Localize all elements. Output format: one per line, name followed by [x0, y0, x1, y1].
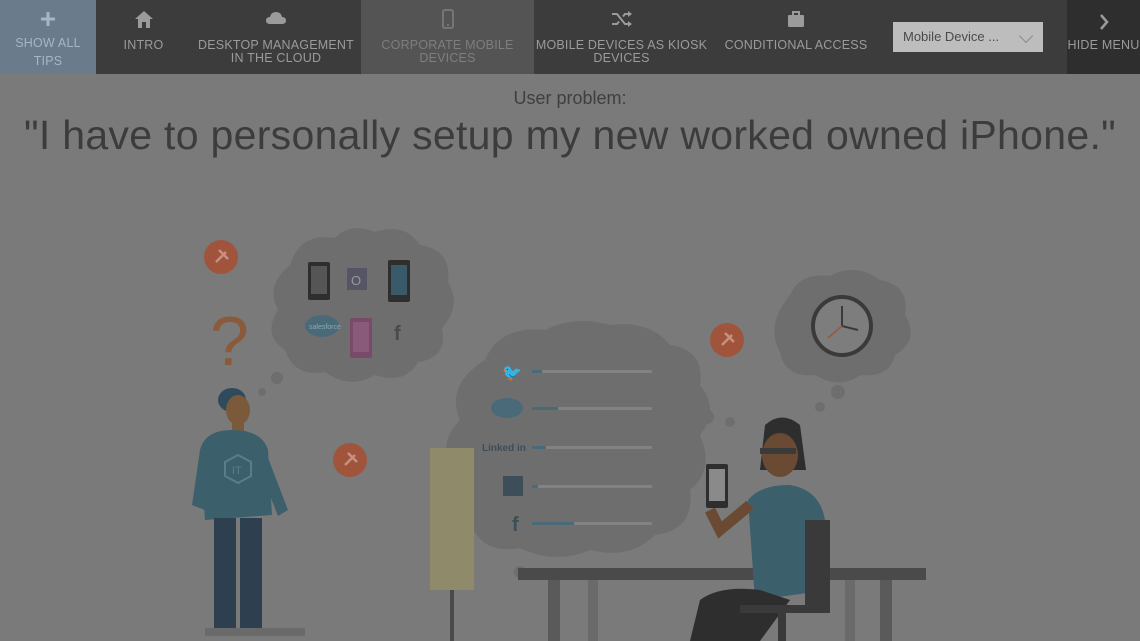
svg-text:salesforce: salesforce [309, 324, 341, 331]
facebook-icon: f [394, 323, 401, 345]
linkedin-icon: Linked in [482, 443, 526, 454]
nav-conditional-access[interactable]: CONDITIONAL ACCESS [709, 0, 883, 74]
outlook-icon [503, 476, 523, 496]
nav-desktop-management[interactable]: DESKTOP MANAGEMENT IN THE CLOUD [191, 0, 361, 74]
pin-icon[interactable] [710, 323, 744, 357]
salesforce-icon [491, 398, 523, 418]
chevron-right-icon [1099, 14, 1109, 30]
nav-intro[interactable]: INTRO [96, 0, 191, 74]
mobile-icon [441, 9, 454, 29]
facebook-icon: f [512, 514, 519, 536]
app-usage-cloud: 🐦 Linked in f [446, 321, 735, 578]
nav-intro-label: INTRO [123, 38, 164, 52]
plus-icon [41, 12, 55, 26]
clock-icon [811, 295, 873, 357]
nav-select-wrap: Mobile Device ... [883, 0, 1067, 74]
scenario-select[interactable]: Mobile Device ... [893, 22, 1043, 52]
chevron-down-icon [1018, 28, 1034, 44]
user-problem-label: User problem: [513, 88, 627, 108]
show-all-tips-label: SHOW ALL TIPS [15, 36, 81, 68]
thought-cloud-apps: O salesforce f [258, 228, 454, 396]
user-person [690, 417, 830, 641]
home-icon [134, 11, 153, 28]
pin-icon[interactable] [333, 443, 367, 477]
lamp-pole [450, 590, 454, 641]
twitter-icon: 🐦 [502, 365, 522, 382]
cloud-icon [266, 12, 286, 24]
problem-quote: "I have to personally setup my new worke… [23, 112, 1116, 158]
hide-menu-button[interactable]: HIDE MENU [1067, 0, 1140, 74]
lamp-shade [430, 448, 474, 590]
nav-kiosk-devices[interactable]: MOBILE DEVICES AS KIOSK DEVICES [534, 0, 709, 74]
pin-icon[interactable] [204, 240, 238, 274]
hide-menu-label: HIDE MENU [1067, 38, 1140, 52]
shuffle-icon [611, 11, 632, 27]
nav-conditional-access-label: CONDITIONAL ACCESS [724, 38, 868, 52]
scenario-select-value: Mobile Device ... [903, 29, 1000, 44]
clock-cloud [774, 269, 911, 412]
briefcase-icon [788, 11, 804, 27]
show-all-tips-button[interactable]: SHOW ALL TIPS [0, 0, 96, 74]
nav-corporate-mobile-label: CORPORATE MOBILE DEVICES [381, 38, 514, 65]
nav-kiosk-devices-label: MOBILE DEVICES AS KIOSK DEVICES [535, 38, 708, 65]
svg-text:O: O [351, 273, 361, 288]
illustration: O salesforce f ? IT 🐦 Linked in f [192, 228, 926, 641]
top-nav: SHOW ALL TIPS INTRO DESKTOP MANAGEMENT I… [0, 0, 1140, 74]
it-person: IT [192, 388, 305, 636]
nav-corporate-mobile[interactable]: CORPORATE MOBILE DEVICES [361, 0, 534, 74]
question-mark: ? [210, 302, 249, 380]
svg-text:IT: IT [232, 465, 242, 477]
nav-desktop-management-label: DESKTOP MANAGEMENT IN THE CLOUD [198, 38, 354, 65]
